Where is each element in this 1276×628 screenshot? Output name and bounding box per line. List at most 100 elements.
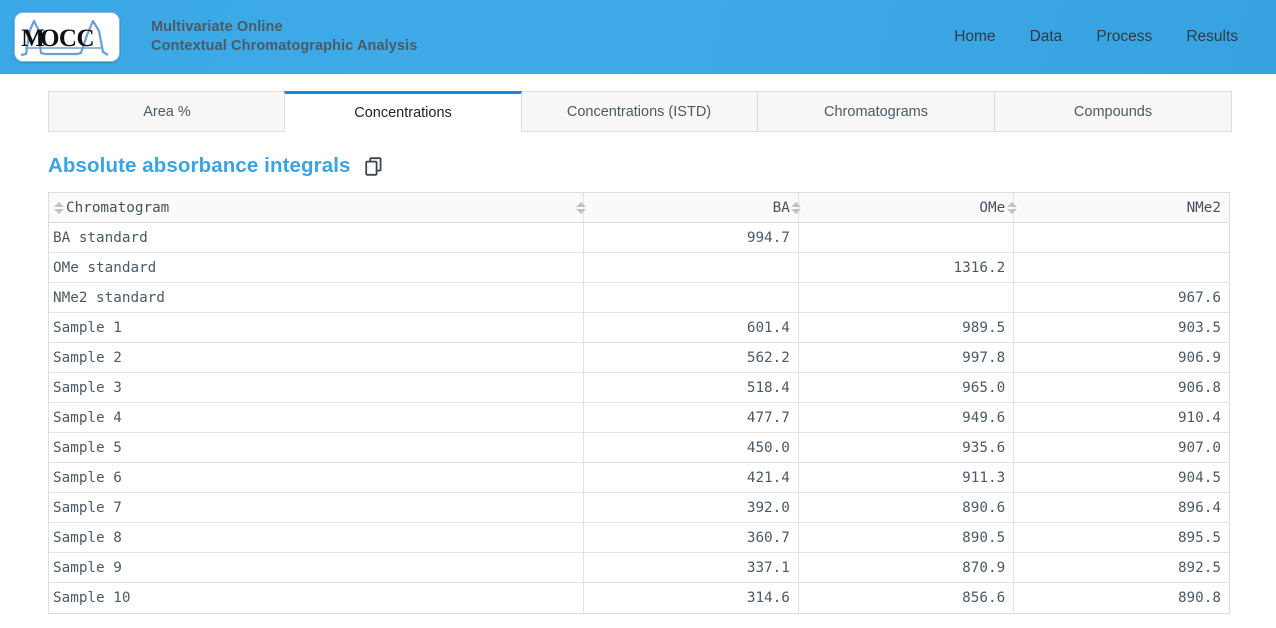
results-tabs: Area % Concentrations Concentrations (IS…: [48, 91, 1232, 132]
cell-chromatogram-name: BA standard: [49, 222, 584, 253]
cell-ome: 890.5: [798, 522, 1015, 553]
column-header-label: NMe2: [1186, 199, 1221, 216]
cell-nme2: 906.9: [1013, 342, 1229, 373]
tab-compounds[interactable]: Compounds: [994, 91, 1232, 132]
column-header-ba[interactable]: BA: [576, 193, 799, 223]
cell-ba: [583, 252, 799, 283]
cell-nme2: 903.5: [1013, 312, 1229, 343]
tab-label: Compounds: [1073, 103, 1153, 120]
cell-chromatogram-name: Sample 8: [49, 522, 584, 553]
cell-ba: 994.7: [583, 222, 799, 253]
cell-ba: 314.6: [583, 582, 799, 613]
table-body: BA standard 994.7 OMe standard 1316.2 NMe2 s…: [49, 222, 1229, 613]
cell-ome: 911.3: [798, 462, 1015, 493]
cell-ome: [798, 282, 1015, 313]
cell-ome: 1316.2: [798, 252, 1015, 283]
table-row: Sample 6 421.4 911.3 904.5: [49, 462, 1229, 493]
cell-chromatogram-name: Sample 1: [49, 312, 584, 343]
cell-ome: 949.6: [798, 402, 1015, 433]
results-table-container: Chromatogram BA OMe NMe2 BA standard 994…: [48, 192, 1230, 614]
cell-ba: 477.7: [583, 402, 799, 433]
table-row: Sample 4 477.7 949.6 910.4: [49, 402, 1229, 433]
cell-nme2: [1013, 252, 1229, 283]
cell-ome: 890.6: [798, 492, 1015, 523]
tab-area-percent[interactable]: Area %: [48, 91, 285, 132]
table-row: NMe2 standard 967.6: [49, 282, 1229, 313]
nav-link-data[interactable]: Data: [1030, 29, 1063, 45]
table-row: BA standard 994.7: [49, 222, 1229, 253]
cell-ome: 989.5: [798, 312, 1015, 343]
copy-icon: [365, 156, 382, 176]
column-header-label: BA: [772, 199, 790, 216]
cell-ba: 450.0: [583, 432, 799, 463]
nav-link-results[interactable]: Results: [1186, 29, 1238, 45]
table-row: Sample 8 360.7 890.5 895.5: [49, 522, 1229, 553]
cell-nme2: 890.8: [1177, 589, 1221, 606]
column-header-nme2[interactable]: NMe2: [1006, 193, 1229, 223]
tab-label: Concentrations (ISTD): [566, 103, 712, 120]
cell-nme2: 892.5: [1013, 552, 1229, 583]
section-header: Absolute absorbance integrals: [48, 153, 1276, 179]
cell-nme2: 910.4: [1013, 402, 1229, 433]
cell-ome: [798, 222, 1015, 253]
brand-tagline-line2: Contextual Chromatographic Analysis: [151, 38, 418, 54]
nav-link-process[interactable]: Process: [1096, 29, 1152, 45]
cell-ome: 997.8: [798, 342, 1015, 373]
table-row: Sample 9 337.1 870.9 892.5: [49, 552, 1229, 583]
table-row: Sample 7 392.0 890.6 896.4: [49, 492, 1229, 523]
table-header-row: Chromatogram BA OMe NMe2: [49, 193, 1229, 223]
column-header-chromatogram[interactable]: Chromatogram: [49, 193, 584, 223]
table-row: Sample 2 562.2 997.8 906.9: [49, 342, 1229, 373]
cell-nme2: 907.0: [1013, 432, 1229, 463]
page-title: Absolute absorbance integrals: [48, 154, 351, 177]
cell-nme2: 895.5: [1013, 522, 1229, 553]
sort-icon[interactable]: [1006, 200, 1017, 215]
mocca-chromatogram-logo-icon: OCC M: [20, 19, 109, 57]
cell-ba: 518.4: [583, 372, 799, 403]
cell-chromatogram-name: Sample 4: [49, 402, 584, 433]
concentrations-table: Chromatogram BA OMe NMe2 BA standard 994…: [49, 193, 1229, 613]
cell-ome: 965.0: [798, 372, 1015, 403]
cell-ome: 870.9: [798, 552, 1015, 583]
cell-nme2: 904.5: [1013, 462, 1229, 493]
table-row: Sample 3 518.4 965.0 906.8: [49, 372, 1229, 403]
app-header: OCC M Multivariate Online Contextual Chr…: [0, 0, 1276, 74]
brand-tagline-line1: Multivariate Online: [151, 19, 283, 35]
cell-chromatogram-name: OMe standard: [49, 252, 584, 283]
cell-nme2: 896.4: [1013, 492, 1229, 523]
table-row: Sample 5 450.0 935.6 907.0: [49, 432, 1229, 463]
tab-concentrations[interactable]: Concentrations: [284, 91, 522, 132]
sort-icon[interactable]: [53, 200, 64, 215]
tab-label: Chromatograms: [824, 103, 928, 120]
cell-chromatogram-name: Sample 10: [49, 582, 584, 613]
sort-icon[interactable]: [791, 200, 802, 215]
tab-chromatograms[interactable]: Chromatograms: [757, 91, 994, 132]
cell-chromatogram-name: Sample 7: [49, 492, 584, 523]
cell-chromatogram-name: Sample 5: [49, 432, 584, 463]
column-header-label: Chromatogram: [66, 199, 170, 216]
nav-link-home[interactable]: Home: [954, 29, 995, 45]
cell-nme2: [1013, 222, 1229, 253]
cell-nme2: 906.8: [1013, 372, 1229, 403]
tab-label: Concentrations: [354, 104, 452, 121]
sort-icon[interactable]: [576, 200, 587, 215]
table-header: Chromatogram BA OMe NMe2: [49, 193, 1229, 223]
table-row: Sample 10 314.6 856.6 890.8: [49, 582, 1229, 613]
cell-chromatogram-name: Sample 6: [49, 462, 584, 493]
table-row: OMe standard 1316.2: [49, 252, 1229, 283]
cell-chromatogram-name: NMe2 standard: [49, 282, 584, 313]
cell-chromatogram-name: Sample 2: [49, 342, 584, 373]
cell-ba: 337.1: [583, 552, 799, 583]
cell-nme2: 967.6: [1013, 282, 1229, 313]
copy-table-button[interactable]: [364, 155, 384, 177]
tab-concentrations-istd[interactable]: Concentrations (ISTD): [521, 91, 757, 132]
column-header-ome[interactable]: OMe: [791, 193, 1015, 223]
cell-ba: 601.4: [583, 312, 799, 343]
cell-ba: 392.0: [583, 492, 799, 523]
cell-chromatogram-name: Sample 9: [49, 552, 584, 583]
brand-logo[interactable]: OCC M: [14, 12, 120, 62]
column-header-label: OMe: [979, 199, 1006, 216]
table-row: Sample 1 601.4 989.5 903.5: [49, 312, 1229, 343]
cell-ba: [583, 282, 799, 313]
cell-ome: 935.6: [798, 432, 1015, 463]
